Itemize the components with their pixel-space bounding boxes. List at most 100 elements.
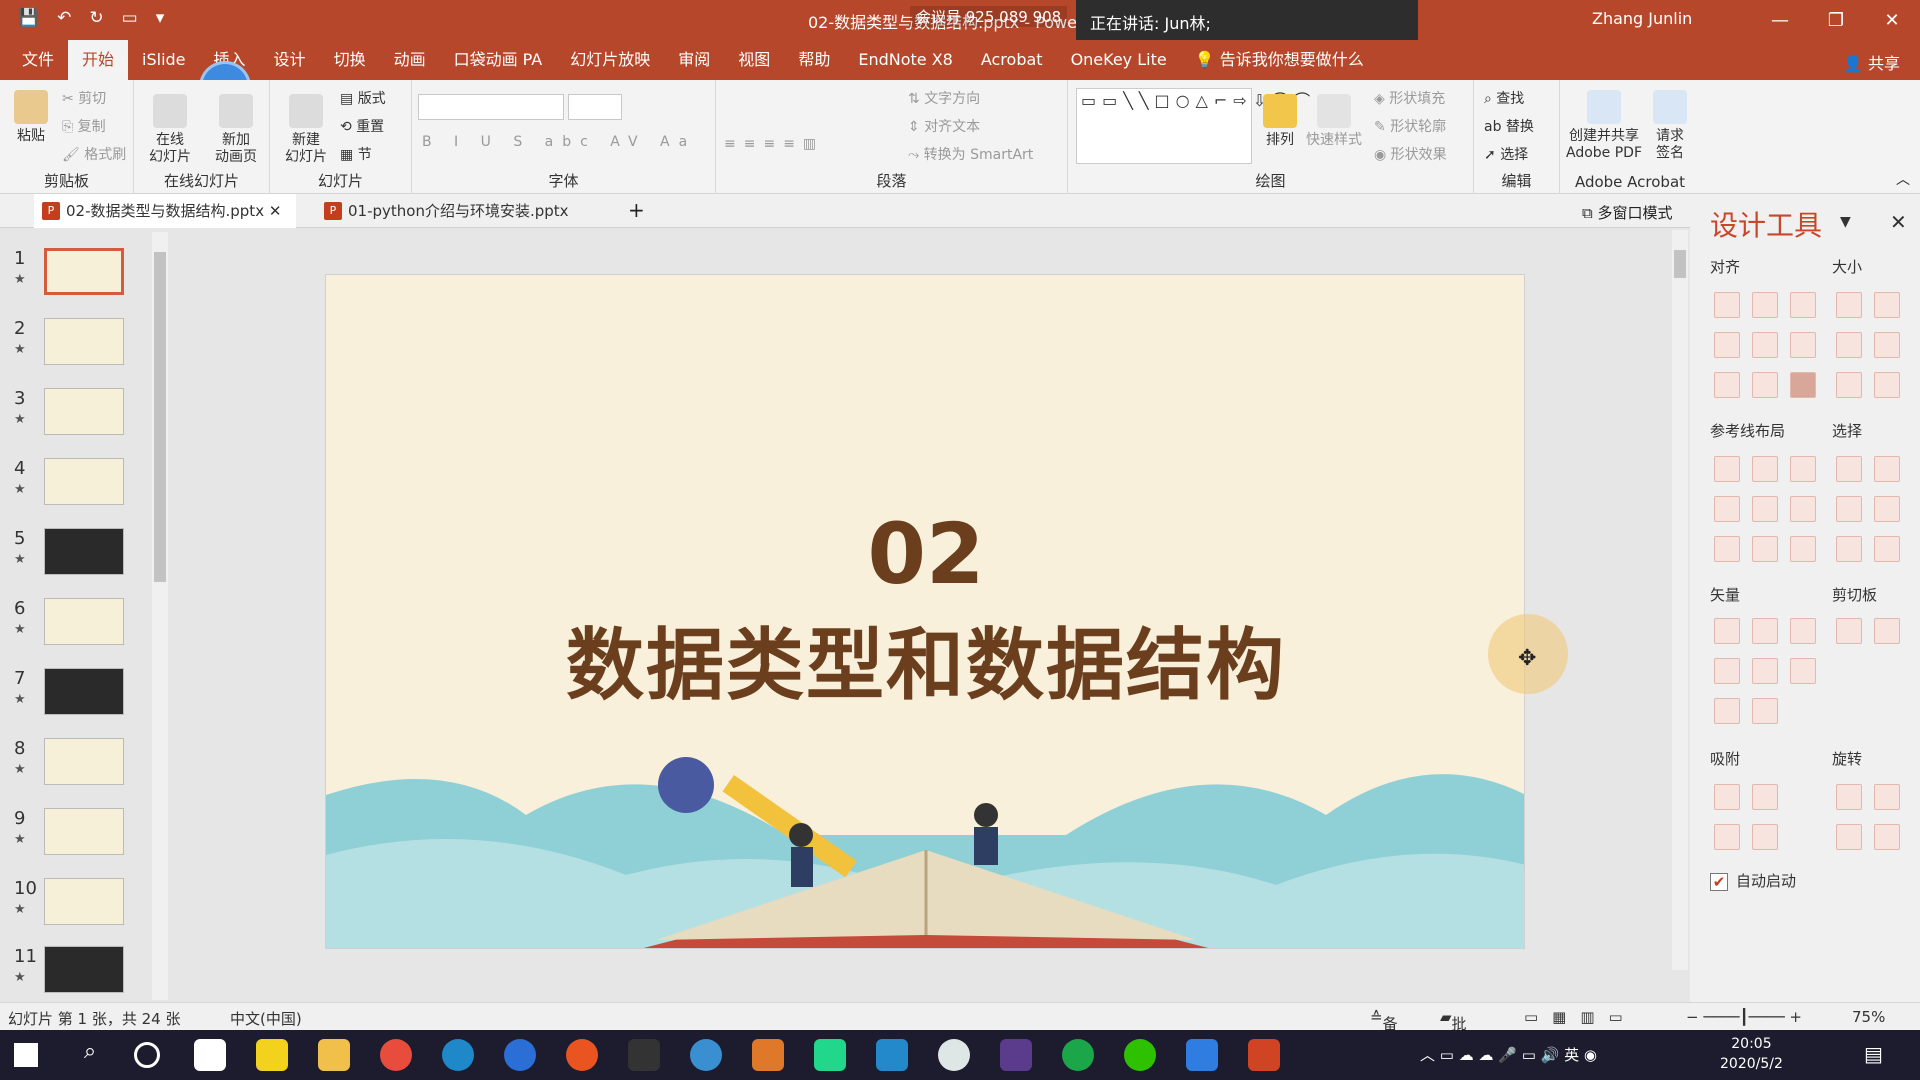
font-name-box[interactable] [418, 94, 564, 120]
tell-me-search[interactable]: 💡 告诉我你想要做什么 [1181, 40, 1378, 80]
select-icon[interactable] [1874, 536, 1900, 562]
snap-icon[interactable] [1752, 784, 1778, 810]
thumbnail-7[interactable]: 7 ★ [0, 668, 160, 728]
thumbnail-2[interactable]: 2 ★ [0, 318, 160, 378]
select-button[interactable]: ➚ 选择 [1484, 144, 1528, 164]
new-slide-button[interactable]: 新建 幻灯片 [278, 94, 334, 166]
tex-icon[interactable] [1000, 1039, 1032, 1071]
thumbnail-9[interactable]: 9 ★ [0, 808, 160, 868]
terminal-icon[interactable] [628, 1039, 660, 1071]
shape-outline-button[interactable]: ✎ 形状轮廓 [1374, 116, 1446, 136]
undo-icon[interactable]: ↶ [57, 8, 71, 28]
tab-animations[interactable]: 动画 [380, 40, 440, 80]
meeting-app-icon[interactable] [1186, 1039, 1218, 1071]
align-right-icon[interactable] [1790, 292, 1816, 318]
thumbnail-3[interactable]: 3 ★ [0, 388, 160, 448]
align-top-icon[interactable] [1714, 332, 1740, 358]
panel-close-icon[interactable]: ✕ [1890, 210, 1907, 234]
size-icon[interactable] [1836, 372, 1862, 398]
ubuntu-icon[interactable] [566, 1039, 598, 1071]
sticky-notes-icon[interactable] [256, 1039, 288, 1071]
thumbnail-11[interactable]: 11 ★ [0, 946, 160, 1006]
tab-transitions[interactable]: 切换 [320, 40, 380, 80]
same-height-icon[interactable] [1874, 292, 1900, 318]
wechat-icon[interactable] [1124, 1039, 1156, 1071]
cortana-icon[interactable] [134, 1042, 160, 1068]
tab-islide[interactable]: iSlide [128, 40, 200, 80]
vector-icon[interactable] [1790, 658, 1816, 684]
notes-button[interactable]: ≙ 备注 [1370, 1008, 1398, 1054]
thumbnail-10[interactable]: 10 ★ [0, 878, 160, 938]
guide-right-icon[interactable] [1790, 456, 1816, 482]
present-icon[interactable]: ▭ [122, 8, 138, 28]
align-middle-icon[interactable] [1752, 332, 1778, 358]
collapse-ribbon-icon[interactable]: ︿ [1896, 169, 1910, 189]
find-button[interactable]: ⌕ 查找 [1484, 88, 1524, 108]
thumbnail-6[interactable]: 6 ★ [0, 598, 160, 658]
edit-points-icon[interactable] [1752, 698, 1778, 724]
slide-number-heading[interactable]: 02 [326, 505, 1524, 603]
slide-title[interactable]: 数据类型和数据结构 [326, 603, 1524, 715]
align-text-button[interactable]: ⇕ 对齐文本 [908, 116, 980, 136]
layout-button[interactable]: ▤ 版式 [340, 88, 386, 108]
app-icon[interactable] [690, 1039, 722, 1071]
tab-review[interactable]: 审阅 [664, 40, 724, 80]
autostart-checkbox[interactable]: ✔ 自动启动 [1710, 870, 1796, 891]
guide-center-icon[interactable] [1752, 456, 1778, 482]
align-left-icon[interactable] [1714, 292, 1740, 318]
tab-onekey[interactable]: OneKey Lite [1057, 40, 1181, 80]
user-name[interactable]: Zhang Junlin [1592, 9, 1692, 28]
quick-styles-button[interactable]: 快速样式 [1304, 94, 1364, 149]
save-icon[interactable]: 💾 [18, 8, 39, 28]
guide-icon[interactable] [1752, 536, 1778, 562]
chat-icon[interactable] [938, 1039, 970, 1071]
thumbnail-1[interactable]: 1 ★ [0, 248, 160, 308]
snap-icon[interactable] [1714, 784, 1740, 810]
section-button[interactable]: ▦ 节 [340, 144, 372, 164]
select-icon[interactable] [1874, 496, 1900, 522]
cut-button[interactable]: ✂ 剪切 [62, 88, 106, 108]
vector-intersect-icon[interactable] [1714, 658, 1740, 684]
reset-button[interactable]: ⟲ 重置 [340, 116, 384, 136]
font-format-buttons[interactable]: B I U S abc AV Aa [422, 134, 696, 150]
size-icon[interactable] [1874, 332, 1900, 358]
share-button[interactable]: 👤 共享 [1843, 50, 1900, 74]
multiwindow-button[interactable]: ⧉ 多窗口模式 [1582, 202, 1673, 223]
edge-beta-icon[interactable] [442, 1039, 474, 1071]
copy-icon[interactable] [1836, 618, 1862, 644]
pycharm-icon[interactable] [814, 1039, 846, 1071]
doc-tab-active[interactable]: P02-数据类型与数据结构.pptx ✕ ⋮ [34, 194, 296, 254]
tab-view[interactable]: 视图 [724, 40, 784, 80]
request-signature-button[interactable]: 请求 签名 [1648, 90, 1692, 162]
paste-icon[interactable] [1874, 618, 1900, 644]
distribute-h-icon[interactable] [1714, 372, 1740, 398]
select-icon[interactable] [1836, 536, 1862, 562]
powerpoint-taskbar-icon[interactable] [1248, 1039, 1280, 1071]
thumbnail-5[interactable]: 5 ★ [0, 528, 160, 588]
size-icon[interactable] [1874, 372, 1900, 398]
doc-tab[interactable]: P 01-python介绍与环境安装.pptx [316, 194, 612, 228]
thumbnail-scrollbar[interactable] [152, 232, 168, 1000]
redo-icon[interactable]: ↻ [89, 8, 103, 28]
copy-button[interactable]: ⎘ 复制 [62, 116, 106, 136]
replace-button[interactable]: ab 替换 [1484, 116, 1534, 136]
flip-icon[interactable] [1836, 824, 1862, 850]
snap-icon[interactable] [1714, 824, 1740, 850]
snap-icon[interactable] [1752, 824, 1778, 850]
customize-qat-icon[interactable]: ▾ [156, 8, 165, 28]
slide-canvas[interactable]: 02 数据类型和数据结构 [325, 274, 1525, 949]
tab-home[interactable]: 开始 [68, 40, 129, 80]
shapes-gallery[interactable]: ▭▭╲╲□○△⌐⇨⇩⌒⌒{} [1076, 88, 1342, 164]
guide-icon[interactable] [1790, 536, 1816, 562]
guide-bottom-icon[interactable] [1790, 496, 1816, 522]
select-icon[interactable] [1836, 456, 1862, 482]
align-bottom-icon[interactable] [1790, 332, 1816, 358]
shape-fill-button[interactable]: ◈ 形状填充 [1374, 88, 1445, 108]
create-pdf-button[interactable]: 创建并共享 Adobe PDF [1564, 90, 1644, 162]
minimize-button[interactable]: — [1752, 0, 1808, 40]
guide-icon[interactable] [1714, 536, 1740, 562]
guide-top-icon[interactable] [1714, 496, 1740, 522]
align-center-icon[interactable] [1752, 292, 1778, 318]
guide-middle-icon[interactable] [1752, 496, 1778, 522]
tab-design[interactable]: 设计 [260, 40, 320, 80]
